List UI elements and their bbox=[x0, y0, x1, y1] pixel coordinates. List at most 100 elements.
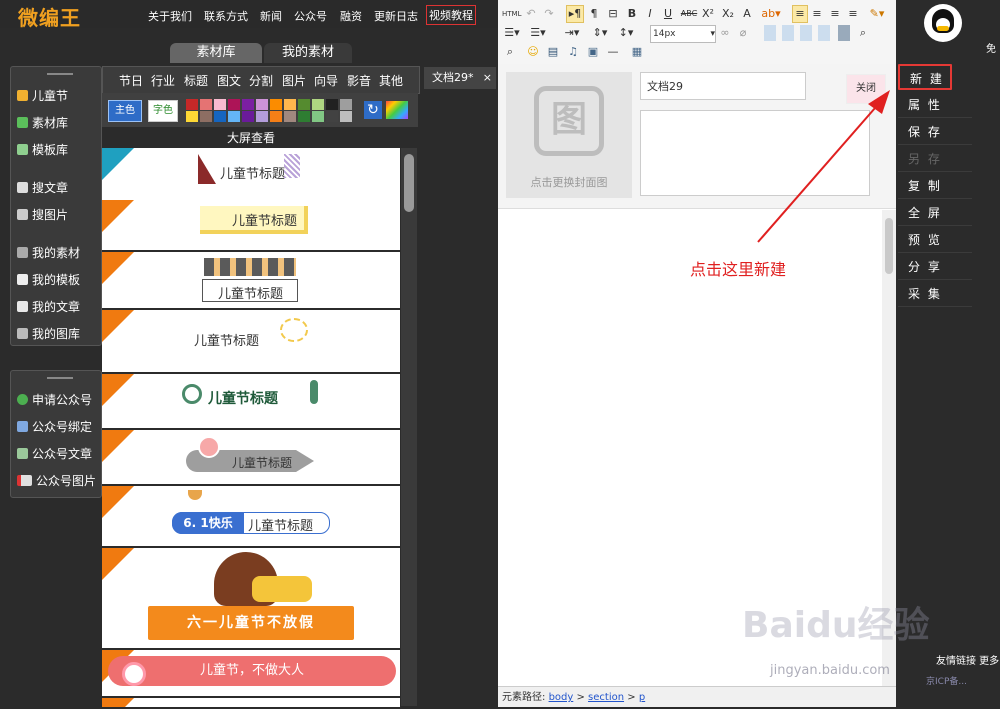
sidebar-item-my-gallery[interactable]: 我的图库 bbox=[17, 325, 80, 342]
font-color-button[interactable]: A bbox=[740, 6, 754, 22]
category-other[interactable]: 其他 bbox=[379, 72, 403, 89]
preview-icon[interactable]: ⌕ bbox=[502, 44, 518, 60]
unlink-icon[interactable]: ⌀ bbox=[736, 25, 750, 41]
format-painter-icon[interactable]: ▸¶ bbox=[566, 5, 584, 23]
align-left-icon[interactable]: ≡ bbox=[792, 5, 808, 23]
align-justify-icon[interactable]: ≡ bbox=[846, 6, 860, 22]
paragraph-icon[interactable]: ¶ bbox=[586, 6, 602, 22]
ordered-list-icon[interactable]: ☰▾ bbox=[502, 25, 522, 41]
align-right-icon[interactable]: ≡ bbox=[828, 6, 842, 22]
unordered-list-icon[interactable]: ☰▾ bbox=[528, 25, 548, 41]
font-size-select[interactable]: 14px ▾ bbox=[650, 25, 716, 43]
category-media[interactable]: 影音 bbox=[347, 72, 371, 89]
footer-links[interactable]: 友情链接 更多 bbox=[936, 652, 999, 667]
image-center-icon[interactable] bbox=[818, 25, 830, 41]
subscript-button[interactable]: X₂ bbox=[720, 6, 736, 22]
save-button[interactable]: 保 存 bbox=[898, 119, 972, 145]
link-icon[interactable]: ∞ bbox=[718, 25, 732, 41]
color-swatch[interactable] bbox=[326, 99, 338, 110]
sidebar-item-search-articles[interactable]: 搜文章 bbox=[17, 179, 68, 196]
tab-my-materials[interactable]: 我的素材 bbox=[264, 43, 352, 63]
color-swatch[interactable] bbox=[298, 111, 310, 122]
highlight-color-icon[interactable]: ab▾ bbox=[760, 6, 782, 22]
properties-button[interactable]: 属 性 bbox=[898, 92, 972, 118]
sidebar-item-my-materials[interactable]: 我的素材 bbox=[17, 244, 80, 261]
material-card[interactable]: 6. 1快乐 儿童节标题 bbox=[102, 486, 400, 548]
color-swatch[interactable] bbox=[214, 111, 226, 122]
color-swatch[interactable] bbox=[186, 99, 198, 110]
spacing-icon[interactable]: ↕▾ bbox=[616, 25, 636, 41]
sidebar-item-search-images[interactable]: 搜图片 bbox=[17, 206, 68, 223]
line-height-icon[interactable]: ⇕▾ bbox=[590, 25, 610, 41]
color-swatch[interactable] bbox=[214, 99, 226, 110]
emoji-icon[interactable]: ☺ bbox=[526, 44, 540, 60]
category-guide[interactable]: 向导 bbox=[314, 72, 338, 89]
new-button[interactable]: 新 建 bbox=[898, 64, 952, 90]
indent-icon[interactable]: ⇥▾ bbox=[562, 25, 582, 41]
color-swatch[interactable] bbox=[256, 99, 268, 110]
color-swatch[interactable] bbox=[340, 111, 352, 122]
nav-changelog[interactable]: 更新日志 bbox=[374, 8, 418, 24]
html-source-button[interactable]: HTML bbox=[502, 6, 521, 22]
color-swatch[interactable] bbox=[256, 111, 268, 122]
nav-about[interactable]: 关于我们 bbox=[148, 8, 192, 24]
color-swatch[interactable] bbox=[298, 99, 310, 110]
collect-button[interactable]: 采 集 bbox=[898, 281, 972, 307]
sidebar-item-account-articles[interactable]: 公众号文章 bbox=[17, 445, 92, 462]
image-gallery-icon[interactable]: ▣ bbox=[586, 44, 600, 60]
preview-button[interactable]: 预 览 bbox=[898, 227, 972, 253]
rainbow-palette-icon[interactable] bbox=[386, 101, 408, 119]
color-swatch[interactable] bbox=[228, 99, 240, 110]
sidebar-item-childrens-day[interactable]: 儿童节 bbox=[17, 87, 68, 104]
image-none-icon[interactable] bbox=[782, 25, 794, 41]
image-right-icon[interactable] bbox=[800, 25, 812, 41]
music-icon[interactable]: ♫ bbox=[566, 44, 580, 60]
color-swatch[interactable] bbox=[242, 99, 254, 110]
material-card[interactable]: 儿童节标题 bbox=[102, 430, 400, 486]
superscript-button[interactable]: X² bbox=[700, 6, 716, 22]
magic-wand-icon[interactable]: ✎▾ bbox=[866, 6, 888, 22]
sidebar-item-materials[interactable]: 素材库 bbox=[17, 114, 68, 131]
sidebar-item-templates[interactable]: 模板库 bbox=[17, 141, 68, 158]
horizontal-rule-icon[interactable]: — bbox=[606, 44, 620, 60]
sidebar-item-bind-account[interactable]: 公众号绑定 bbox=[17, 418, 92, 435]
drag-handle[interactable] bbox=[47, 73, 73, 75]
color-swatch[interactable] bbox=[242, 111, 254, 122]
color-swatch[interactable] bbox=[284, 111, 296, 122]
path-section[interactable]: section bbox=[588, 692, 624, 703]
cover-image[interactable]: 图 点击更换封面图 bbox=[506, 72, 632, 198]
material-card[interactable]: 六一儿童节不放假 bbox=[102, 548, 400, 650]
nav-video-tutorial[interactable]: 视频教程 bbox=[426, 5, 476, 25]
color-swatch[interactable] bbox=[326, 111, 338, 122]
category-title[interactable]: 标题 bbox=[184, 72, 208, 89]
sidebar-item-account-images[interactable]: 公众号图片 bbox=[17, 472, 96, 489]
material-card[interactable]: 儿童节，不做大人 bbox=[102, 650, 400, 698]
color-swatch[interactable] bbox=[200, 111, 212, 122]
undo-icon[interactable]: ↶ bbox=[524, 6, 538, 22]
image-left-icon[interactable] bbox=[764, 25, 776, 41]
color-swatch[interactable] bbox=[312, 99, 324, 110]
table-icon[interactable]: ▦ bbox=[630, 44, 644, 60]
material-card[interactable]: 儿童节标题 bbox=[102, 252, 400, 310]
color-swatch[interactable] bbox=[312, 111, 324, 122]
category-divider[interactable]: 分割 bbox=[249, 72, 273, 89]
close-icon[interactable]: × bbox=[483, 67, 492, 89]
color-swatch[interactable] bbox=[340, 99, 352, 110]
category-image-text[interactable]: 图文 bbox=[217, 72, 241, 89]
sidebar-item-my-articles[interactable]: 我的文章 bbox=[17, 298, 80, 315]
share-button[interactable]: 分 享 bbox=[898, 254, 972, 280]
app-logo[interactable]: 微编王 bbox=[18, 2, 81, 31]
materials-scrollbar[interactable] bbox=[401, 148, 417, 706]
refresh-icon[interactable]: ↻ bbox=[364, 101, 382, 119]
scrollbar-thumb[interactable] bbox=[404, 154, 414, 212]
copy-button[interactable]: 复 制 bbox=[898, 173, 972, 199]
nav-news[interactable]: 新闻 bbox=[260, 8, 282, 24]
drag-handle[interactable] bbox=[47, 377, 73, 379]
clear-format-icon[interactable]: ⊟ bbox=[606, 6, 620, 22]
sidebar-item-my-templates[interactable]: 我的模板 bbox=[17, 271, 80, 288]
search-icon[interactable]: ⌕ bbox=[856, 25, 870, 41]
category-festival[interactable]: 节日 bbox=[119, 72, 143, 89]
category-image[interactable]: 图片 bbox=[282, 72, 306, 89]
nav-official-account[interactable]: 公众号 bbox=[294, 8, 327, 24]
align-center-icon[interactable]: ≡ bbox=[810, 6, 824, 22]
